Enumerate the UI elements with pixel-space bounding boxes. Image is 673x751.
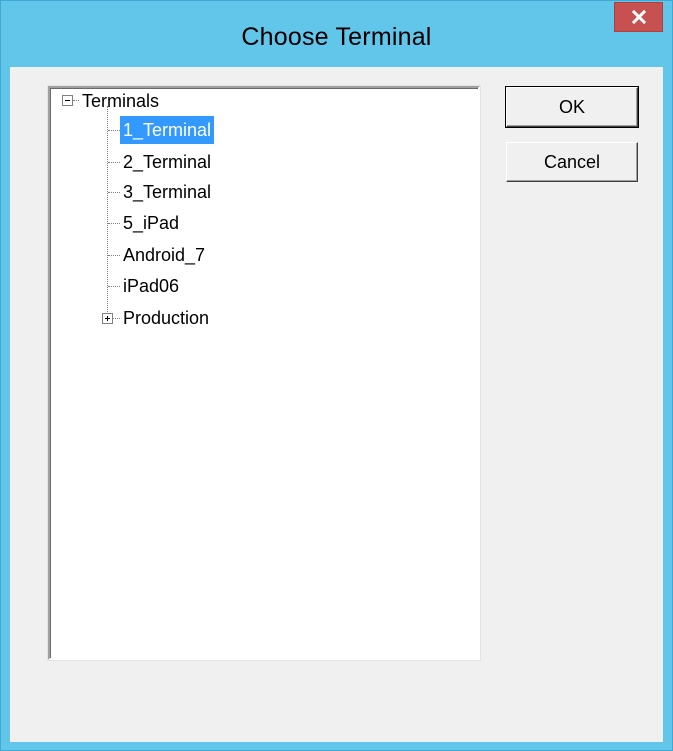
tree-node-production[interactable]: Production [120,304,212,332]
dialog-window: Choose Terminal Terminals 1_Terminal 2_T… [0,0,673,751]
tree-node-label: Production [123,308,210,328]
tree-connector [113,318,120,319]
tree-node-1-terminal[interactable]: 1_Terminal [120,116,215,144]
tree-node-5-ipad[interactable]: 5_iPad [120,209,182,237]
expand-icon[interactable] [102,313,113,324]
ok-button[interactable]: OK [505,86,639,128]
tree-node-label: 2_Terminal [123,152,212,172]
tree-node-label: Android_7 [123,245,206,265]
tree-connector [108,286,120,287]
tree-node-label: 1_Terminal [120,116,215,144]
tree-node-label: 5_iPad [123,213,180,233]
tree-connector [108,192,120,193]
tree-node-label: Terminals [82,91,160,111]
close-icon [631,10,646,24]
tree-node-label: 3_Terminal [123,182,212,202]
dialog-title: Choose Terminal [241,23,432,51]
tree-node-label: iPad06 [123,276,180,296]
collapse-icon[interactable] [62,95,73,106]
title-bar[interactable]: Choose Terminal [1,1,672,67]
close-button[interactable] [614,2,663,32]
tree-connector [108,162,120,163]
tree-connector [108,130,120,131]
tree-node-2-terminal[interactable]: 2_Terminal [120,148,214,176]
dialog-client-area: Terminals 1_Terminal 2_Terminal 3_Termin… [10,67,663,742]
tree-connector [108,223,120,224]
tree-connector [108,255,120,256]
tree-node-terminals[interactable]: Terminals [79,87,162,115]
terminal-tree-view[interactable]: Terminals 1_Terminal 2_Terminal 3_Termin… [47,85,481,661]
tree-node-ipad06[interactable]: iPad06 [120,272,182,300]
tree-node-3-terminal[interactable]: 3_Terminal [120,178,214,206]
cancel-button[interactable]: Cancel [506,142,638,182]
tree-node-android-7[interactable]: Android_7 [120,241,208,269]
